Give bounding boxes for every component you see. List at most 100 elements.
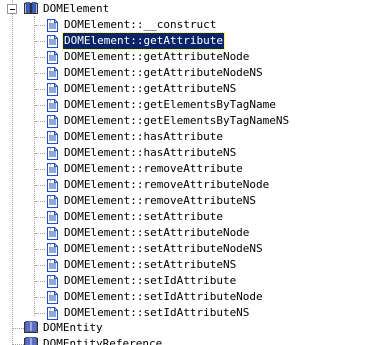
help-page-icon: ? [47, 243, 58, 256]
tree-guide-branch [35, 137, 45, 138]
tree-leaf-item[interactable]: ? DOMElement::setIdAttributeNS [0, 305, 380, 321]
svg-text:?: ? [49, 68, 51, 72]
tree-guide-branch [35, 41, 45, 42]
help-page-icon: ? [47, 51, 58, 64]
svg-text:?: ? [49, 180, 51, 184]
tree-node-domentity[interactable]: DOMEntity [0, 320, 200, 336]
svg-text:?: ? [49, 100, 51, 104]
svg-text:?: ? [49, 228, 51, 232]
tree-leaf-label: DOMElement::hasAttributeNS [64, 146, 237, 159]
book-icon [24, 2, 38, 14]
tree-guide-branch [35, 73, 45, 74]
tree-guide-branch [35, 297, 45, 298]
tree-leaf-item[interactable]: ? DOMElement::removeAttributeNS [0, 193, 380, 209]
help-page-icon: ? [47, 67, 58, 80]
tree-guide-branch [35, 265, 45, 266]
tree-leaf-item[interactable]: ? DOMElement::hasAttribute [0, 129, 380, 145]
tree-leaf-label-selected: DOMElement::getAttribute [62, 32, 225, 50]
tree-node-label: DOMEntityReference [43, 337, 163, 345]
help-page-icon: ? [47, 35, 58, 48]
svg-text:?: ? [49, 148, 51, 152]
help-page-icon: ? [47, 179, 58, 192]
tree-leaf-label: DOMElement::removeAttributeNode [64, 178, 270, 191]
tree-leaf-item[interactable]: ? DOMElement::getAttribute [0, 32, 380, 50]
tree-guide-branch [35, 169, 45, 170]
book-icon [24, 321, 38, 333]
book-icon [24, 337, 38, 345]
tree-leaf-label: DOMElement::getElementsByTagNameNS [64, 114, 290, 127]
tree-leaf-label: DOMElement::getAttributeNS [64, 82, 237, 95]
help-page-icon: ? [47, 131, 58, 144]
help-page-icon: ? [47, 163, 58, 176]
svg-text:?: ? [49, 36, 51, 40]
help-page-icon: ? [47, 19, 58, 32]
collapse-toggle[interactable] [7, 4, 17, 14]
tree-node-domentityreference[interactable]: DOMEntityReference [0, 336, 220, 345]
svg-text:?: ? [49, 52, 51, 56]
svg-text:?: ? [49, 260, 51, 264]
tree-leaf-item[interactable]: ? DOMElement::getAttributeNode [0, 49, 380, 65]
tree-guide-branch [35, 217, 45, 218]
tree-leaf-item[interactable]: ? DOMElement::removeAttribute [0, 161, 380, 177]
tree-leaf-label: DOMElement::getAttributeNodeNS [64, 66, 263, 79]
tree-leaf-item[interactable]: ? DOMElement::setIdAttribute [0, 273, 380, 289]
tree-leaf-item[interactable]: ? DOMElement::removeAttributeNode [0, 177, 380, 193]
tree-leaf-label: DOMElement::setAttributeNodeNS [64, 242, 263, 255]
tree-guide-branch [35, 25, 45, 26]
svg-text:?: ? [49, 116, 51, 120]
help-page-icon: ? [47, 275, 58, 288]
tree-leaf-item[interactable]: ? DOMElement::setAttributeNodeNS [0, 241, 380, 257]
svg-text:?: ? [49, 196, 51, 200]
tree-leaf-item[interactable]: ? DOMElement::setIdAttributeNode [0, 289, 380, 305]
svg-text:?: ? [49, 84, 51, 88]
tree-leaf-label: DOMElement::removeAttribute [64, 162, 243, 175]
tree-leaf-item[interactable]: ? DOMElement::setAttribute [0, 209, 380, 225]
tree-leaf-label: DOMElement::removeAttributeNS [64, 194, 257, 207]
svg-text:?: ? [49, 308, 51, 312]
tree-guide-branch [35, 121, 45, 122]
tree-node-label: DOMEntity [43, 321, 103, 334]
help-contents-tree[interactable]: DOMElement ? DOMElement::__construct? DOME… [0, 0, 391, 345]
svg-text:?: ? [49, 276, 51, 280]
tree-leaf-label: DOMElement::setIdAttributeNode [64, 290, 263, 303]
help-page-icon: ? [47, 147, 58, 160]
tree-guide-branch [35, 313, 45, 314]
tree-leaf-item[interactable]: ? DOMElement::getElementsByTagName [0, 97, 380, 113]
help-page-icon: ? [47, 211, 58, 224]
tree-leaf-label: DOMElement::__construct [64, 18, 217, 31]
tree-leaf-item[interactable]: ? DOMElement::setAttributeNS [0, 257, 380, 273]
tree-leaf-item[interactable]: ? DOMElement::hasAttributeNS [0, 145, 380, 161]
tree-guide-branch [35, 281, 45, 282]
svg-text:?: ? [49, 20, 51, 24]
tree-leaf-item[interactable]: ? DOMElement::__construct [0, 17, 380, 33]
tree-guide-branch [35, 105, 45, 106]
tree-leaf-label: DOMElement::setAttributeNode [64, 226, 250, 239]
tree-guide-branch [35, 57, 45, 58]
tree-leaf-label: DOMElement::setAttributeNS [64, 258, 237, 271]
tree-node-label: DOMElement [43, 2, 110, 15]
help-page-icon: ? [47, 195, 58, 208]
help-page-icon: ? [47, 227, 58, 240]
tree-leaf-item[interactable]: ? DOMElement::getElementsByTagNameNS [0, 113, 380, 129]
tree-guide-branch [35, 201, 45, 202]
help-page-icon: ? [47, 115, 58, 128]
tree-leaf-label: DOMElement::setIdAttributeNS [64, 306, 250, 319]
tree-leaf-label: DOMElement::getAttributeNode [64, 50, 250, 63]
help-page-icon: ? [47, 99, 58, 112]
tree-leaf-item[interactable]: ? DOMElement::setAttributeNode [0, 225, 380, 241]
tree-guide-branch [35, 233, 45, 234]
tree-guide-branch [35, 249, 45, 250]
tree-leaf-item[interactable]: ? DOMElement::getAttributeNS [0, 81, 380, 97]
svg-text:?: ? [49, 244, 51, 248]
help-page-icon: ? [47, 291, 58, 304]
svg-text:?: ? [49, 164, 51, 168]
tree-leaf-label: DOMElement::setAttribute [64, 210, 223, 223]
help-page-icon: ? [47, 307, 58, 320]
tree-guide-branch [35, 89, 45, 90]
tree-guide-branch [35, 185, 45, 186]
tree-node-domelement[interactable]: DOMElement [0, 1, 200, 17]
tree-leaf-item[interactable]: ? DOMElement::getAttributeNodeNS [0, 65, 380, 81]
help-page-icon: ? [47, 259, 58, 272]
tree-guide-branch [35, 153, 45, 154]
svg-text:?: ? [49, 212, 51, 216]
